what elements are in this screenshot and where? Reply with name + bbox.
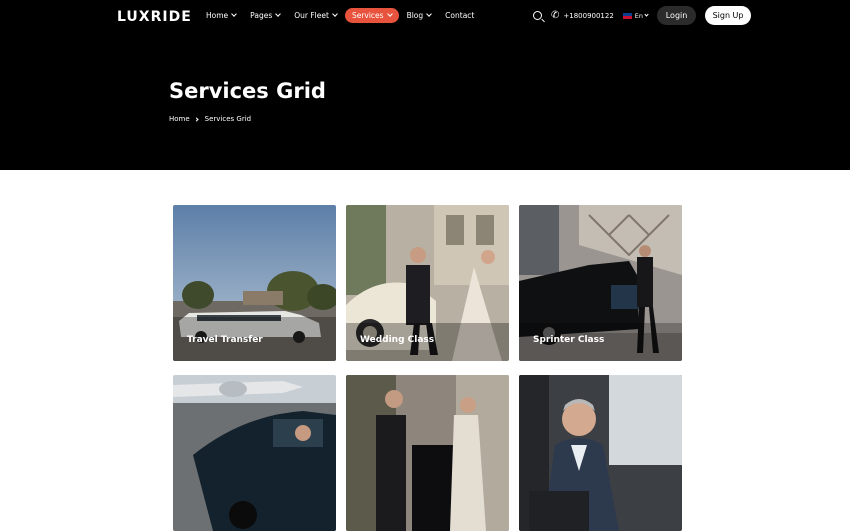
nav-item-pages[interactable]: Pages	[250, 8, 282, 23]
nav-item-label: Contact	[445, 11, 475, 20]
breadcrumb: Home Services Grid	[169, 115, 251, 123]
page-hero: LUXRIDE Home Pages Our Fleet Services Bl…	[0, 0, 850, 170]
nav-item-services[interactable]: Services	[344, 8, 399, 23]
phone-icon: ✆	[551, 10, 560, 21]
service-card-label: Travel Transfer	[187, 335, 263, 345]
service-card-sprinter-class[interactable]: Sprinter Class	[519, 205, 682, 361]
chauffeur-couple-photo	[346, 375, 509, 531]
main-menu: Home Pages Our Fleet Services Blog Conta…	[206, 8, 488, 23]
service-card-label: Sprinter Class	[533, 335, 605, 345]
nav-actions: ✆ +1800900122 En Login Sign Up	[533, 6, 752, 25]
nav-item-label: Pages	[250, 11, 273, 20]
nav-item-our-fleet[interactable]: Our Fleet	[294, 8, 338, 23]
search-icon[interactable]	[533, 11, 542, 20]
nav-item-blog[interactable]: Blog	[406, 8, 433, 23]
airport-car-photo	[173, 375, 336, 531]
nav-item-label: Our Fleet	[294, 11, 329, 20]
service-card-airport[interactable]	[173, 375, 336, 531]
language-label: En	[634, 11, 644, 20]
login-button[interactable]: Login	[657, 6, 697, 25]
service-card-chauffeur[interactable]	[346, 375, 509, 531]
chevron-down-icon	[426, 11, 433, 17]
service-card-wedding-class[interactable]: Wedding Class	[346, 205, 509, 361]
service-card-business[interactable]	[519, 375, 682, 531]
chevron-down-icon	[644, 11, 649, 17]
chevron-down-icon	[332, 11, 338, 17]
nav-item-label: Home	[206, 11, 229, 20]
chevron-down-icon	[386, 11, 393, 17]
phone-number[interactable]: +1800900122	[563, 12, 613, 20]
language-selector[interactable]: En	[634, 11, 649, 20]
brand-logo[interactable]: LUXRIDE	[117, 9, 192, 25]
signup-button[interactable]: Sign Up	[705, 6, 752, 25]
chevron-down-icon	[275, 11, 282, 17]
uk-flag-icon	[622, 12, 632, 19]
service-card-travel-transfer[interactable]: Travel Transfer	[173, 205, 336, 361]
nav-item-home[interactable]: Home	[206, 8, 237, 23]
chevron-down-icon	[231, 11, 237, 17]
service-card-label: Wedding Class	[360, 335, 435, 345]
page-title: Services Grid	[169, 79, 326, 103]
nav-item-label: Blog	[406, 11, 424, 20]
nav-item-label: Services	[351, 11, 384, 20]
top-navigation: LUXRIDE Home Pages Our Fleet Services Bl…	[0, 0, 850, 31]
business-passenger-photo	[519, 375, 682, 531]
nav-item-contact[interactable]: Contact	[445, 8, 474, 23]
breadcrumb-current: Services Grid	[204, 115, 252, 123]
chevron-right-icon	[194, 116, 199, 122]
breadcrumb-home[interactable]: Home	[169, 115, 190, 123]
